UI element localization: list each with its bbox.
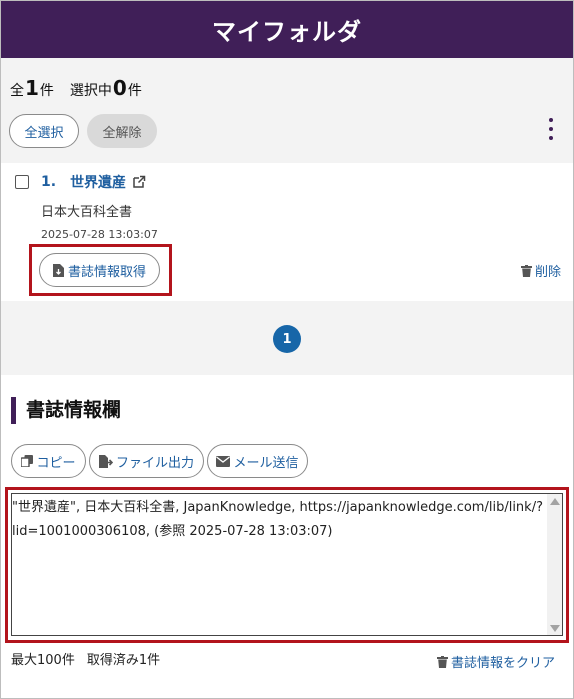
file-export-label: ファイル出力 <box>115 455 194 471</box>
item-source: 日本大百科全書 <box>41 205 133 220</box>
item-date: 2025-07-28 13:03:07 <box>41 228 158 241</box>
item-title: 世界遺産 <box>70 175 127 191</box>
delete-label: 削除 <box>535 265 562 280</box>
clear-biblio-label: 書誌情報をクリア <box>451 656 556 671</box>
selected-prefix: 選択中 <box>69 83 112 99</box>
total-prefix: 全 <box>10 83 24 99</box>
document-download-icon <box>52 263 64 277</box>
biblio-counts: 最大100件 取得済み1件 <box>11 649 160 668</box>
biblio-text: "世界遺産", 日本大百科全書, JapanKnowledge, https:/… <box>12 500 543 539</box>
section-accent-bar <box>11 397 16 424</box>
item-title-link[interactable]: 1. 世界遺産 <box>41 172 146 192</box>
external-link-icon <box>133 175 146 188</box>
get-biblio-button[interactable]: 書誌情報取得 <box>39 253 160 287</box>
textarea-scrollbar[interactable] <box>547 494 562 635</box>
file-export-button[interactable]: ファイル出力 <box>89 444 204 478</box>
scroll-down-arrow-icon[interactable] <box>550 625 560 632</box>
max-count-label: 最大100件 <box>11 653 75 668</box>
copy-button[interactable]: コピー <box>11 444 86 478</box>
get-biblio-label: 書誌情報取得 <box>67 264 146 280</box>
delete-button[interactable]: 削除 <box>521 261 561 280</box>
page-title: マイフォルダ <box>212 18 362 46</box>
copy-icon <box>21 455 34 467</box>
clear-biblio-button[interactable]: 書誌情報をクリア <box>437 652 555 671</box>
file-export-icon <box>98 454 113 468</box>
item-checkbox[interactable] <box>15 175 29 189</box>
selection-summary: 全 1 件 選択中 0 件 <box>10 76 142 104</box>
biblio-section-title: 書誌情報欄 <box>26 399 122 421</box>
scroll-up-arrow-icon[interactable] <box>550 498 560 505</box>
page-header: マイフォルダ <box>1 1 573 58</box>
selected-count: 0 <box>112 76 127 100</box>
selected-suffix: 件 <box>127 83 142 99</box>
acquired-count-label: 取得済み1件 <box>86 653 161 668</box>
total-suffix: 件 <box>39 83 54 99</box>
trash-icon <box>437 655 448 668</box>
send-mail-label: メール送信 <box>233 455 299 471</box>
total-count: 1 <box>25 76 39 100</box>
copy-label: コピー <box>36 455 76 471</box>
trash-icon <box>521 264 532 277</box>
select-all-button[interactable]: 全選択 <box>9 114 79 148</box>
pagination-page-1[interactable]: 1 <box>273 325 301 353</box>
mail-icon <box>216 455 231 467</box>
kebab-menu-icon[interactable] <box>545 118 557 140</box>
send-mail-button[interactable]: メール送信 <box>207 444 308 478</box>
item-number: 1. <box>41 174 57 190</box>
clear-all-button[interactable]: 全解除 <box>87 114 157 148</box>
